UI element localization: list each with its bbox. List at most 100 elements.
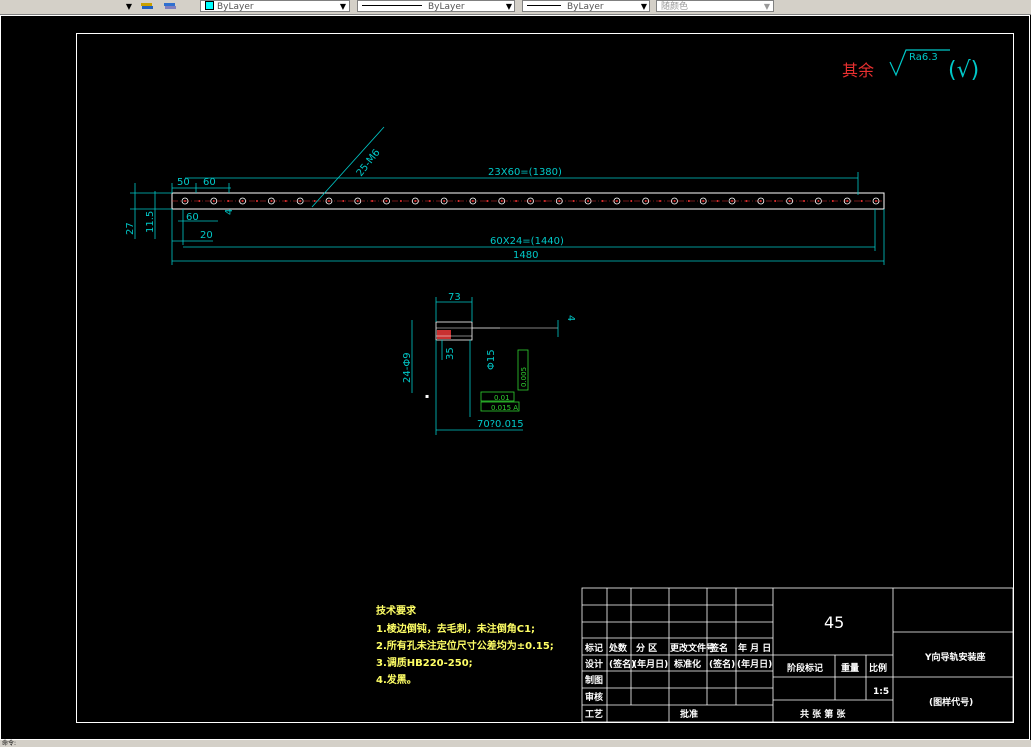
line-sample-icon [527,5,561,6]
tech-line-4: 4.发黑。 [376,673,417,686]
rail-center-mark [486,200,489,202]
cad-drawing: 其余 Ra6.3 (√) 23X60=(1380) 50 60 27 11.5 … [0,15,1030,740]
drawing-code: (图样代号) [929,696,973,708]
drawing-frame [76,33,1014,723]
rail-center-mark [284,200,287,202]
rail-center-mark [342,200,345,202]
rail-holes [181,197,880,205]
layer-previous-icon[interactable] [163,0,177,13]
command-line[interactable]: 命令: [0,740,1031,747]
rail-center-mark [630,200,633,202]
color-swatch-icon [205,1,214,10]
rail-hole-center [615,200,618,202]
dim-top-spacing: 23X60=(1380) [488,167,562,178]
section-view: 73 24-Φ9 35 Φ15 0.01 0.015 A 0.005 70?0.… [402,292,576,435]
sheet-count: 共 张 第 张 [800,708,846,720]
chevron-down-icon[interactable]: ▼ [639,1,649,12]
chevron-down-icon[interactable]: ▼ [338,1,348,12]
section-hatch [437,330,451,339]
dim-35: 35 [445,347,456,360]
rail-center-mark [687,200,690,202]
rail-hole-center [759,200,762,202]
roughness-value: Ra6.3 [909,52,938,63]
part-name: Y向导轨安装座 [924,651,986,663]
tech-title: 技术要求 [376,604,417,617]
rail-hole-center [443,200,446,202]
rail-hole-center [184,200,186,202]
rail-center-mark [457,200,460,202]
dim-50: 50 [177,177,190,188]
rail-center-mark [227,200,230,202]
layer-state-icon[interactable] [140,0,154,13]
rail-hole-center [702,200,705,202]
drawing-canvas[interactable]: 其余 Ra6.3 (√) 23X60=(1380) 50 60 27 11.5 … [0,15,1031,743]
rail-view: 23X60=(1380) 50 60 27 11.5 60 4 20 60X24… [125,126,885,265]
rail-center-mark [428,200,431,202]
row-sign: 签名 [709,642,728,654]
drafter-label: 制图 [585,674,603,686]
rail-center-mark [860,200,863,202]
tech-line-1: 1.棱边倒钝，去毛刺，未注倒角C1; [376,622,535,635]
rail-center-mark [399,200,402,202]
dim-total: 1480 [513,250,538,261]
design-label: 设计 [585,658,603,670]
row-zone: 分 区 [636,642,657,654]
title-block-text: 45 Y向导轨安装座 (图样代号) 阶段标记 重量 比例 1:5 共 张 第 张… [584,613,986,720]
rail-center-mark [198,200,201,202]
dim-60-left: 60 [186,212,199,223]
rail-hole-center [644,200,647,202]
dim-bottom-spacing: 60X24=(1440) [490,236,564,247]
date-b: (年月日) [737,658,772,670]
tech-line-2: 2.所有孔未注定位尺寸公差均为±0.15; [376,639,554,652]
hole-note-leader [311,126,385,208]
approve-label: 批准 [680,708,698,720]
rail-hole-center [299,200,302,202]
rail-center-mark [774,200,777,202]
dim-60-top: 60 [203,177,216,188]
rail-center-mark [371,200,374,202]
tolerance-side: 0.005 [520,367,528,387]
dim-70: 70?0.015 [477,419,524,430]
rail-center-mark [543,200,546,202]
rail-hole-center [817,200,820,202]
rail-center-mark [803,200,806,202]
rail-hole-center [414,200,417,202]
rail-hole-center [270,200,273,202]
rail-center-mark [313,200,316,202]
dim-4-section: 4 [565,315,576,321]
rail-center-mark [572,200,575,202]
rail-center-mark [659,200,662,202]
sign-b: (签名) [709,658,735,670]
material: 45 [824,613,844,632]
rail-center-mark [831,200,834,202]
chevron-down-icon[interactable]: ▼ [504,1,514,12]
plotstyle-combo[interactable]: 随颜色 [656,0,774,12]
lineweight-combo[interactable]: ByLayer [522,0,650,12]
standard-label: 标准化 [673,658,701,670]
weight-label: 重量 [841,662,859,674]
rail-hole-center [673,200,676,202]
process-label: 工艺 [585,708,603,720]
rail-hole-center [587,200,590,202]
rail-hole-center [212,200,215,202]
dim-27: 27 [125,222,136,235]
properties-toolbar: ▼ ByLayer ▼ ByLayer ▼ ByLayer ▼ 随颜色 ▼ [0,0,1031,15]
date-a: (年月日) [633,658,668,670]
line-sample-icon [362,5,422,6]
row-count: 处数 [608,642,628,654]
hole-note: 25-M6 [355,147,383,178]
row-mark: 标记 [584,642,603,654]
rail-center-mark [716,200,719,202]
rail-hole-center [731,200,734,202]
color-combo[interactable]: ByLayer [200,0,350,12]
dropdown-arrow-icon[interactable]: ▼ [124,1,134,12]
row-docno: 更改文件号 [670,642,715,654]
chevron-down-icon[interactable]: ▼ [762,1,772,12]
ratio-label: 比例 [869,662,887,674]
dim-20: 20 [200,230,213,241]
tech-line-3: 3.调质HB220-250; [376,656,473,669]
technical-requirements: 技术要求 1.棱边倒钝，去毛刺，未注倒角C1; 2.所有孔未注定位尺寸公差均为±… [376,604,554,686]
sign-a: (签名) [609,658,635,670]
scale-value: 1:5 [873,687,889,697]
linetype-combo[interactable]: ByLayer [357,0,515,12]
